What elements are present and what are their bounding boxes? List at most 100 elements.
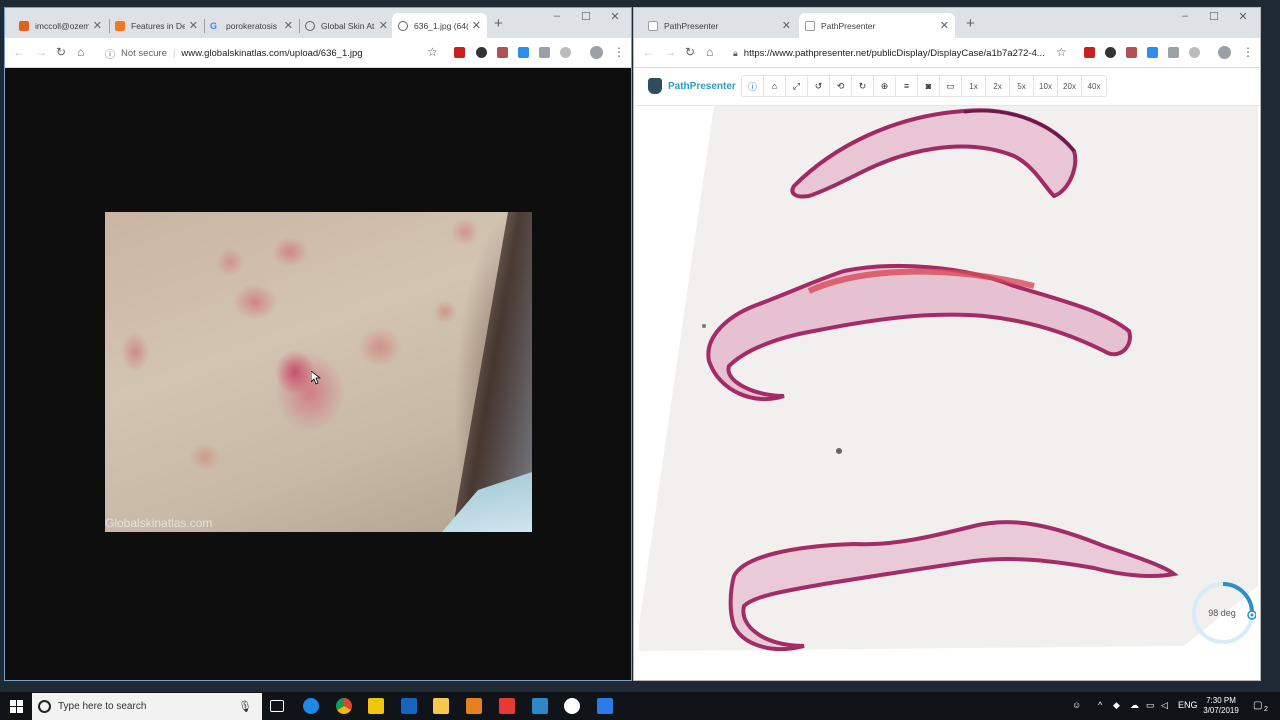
- rotate-right-icon[interactable]: ↻: [852, 76, 874, 96]
- file-explorer-icon[interactable]: [433, 698, 449, 714]
- skype-icon[interactable]: [532, 698, 548, 714]
- close-window-button[interactable]: ✕: [1229, 10, 1257, 23]
- magnification-10x[interactable]: 10x: [1034, 76, 1058, 96]
- avatar[interactable]: [590, 46, 603, 59]
- close-icon[interactable]: ✕: [93, 19, 102, 32]
- magnification-2x[interactable]: 2x: [986, 76, 1010, 96]
- maximize-button[interactable]: ☐: [572, 10, 600, 23]
- rotate-left-icon[interactable]: ↺: [808, 76, 830, 96]
- dropbox-icon[interactable]: ◆: [1113, 700, 1120, 711]
- mouse-cursor-icon: [311, 371, 321, 385]
- extension-icon[interactable]: [518, 47, 529, 58]
- reload-button[interactable]: ↻: [56, 45, 66, 59]
- histology-slide: [639, 106, 1258, 651]
- close-icon[interactable]: ✕: [189, 19, 198, 32]
- tab-google-search[interactable]: G porokeratosis ✕: [204, 13, 299, 38]
- snagit-icon[interactable]: [499, 698, 515, 714]
- home-button[interactable]: ⌂: [77, 45, 84, 59]
- back-button[interactable]: ←: [13, 45, 25, 59]
- clock[interactable]: 7:30 PM 3/07/2019: [1196, 696, 1246, 716]
- extension-icon[interactable]: [1105, 47, 1116, 58]
- notification-icon[interactable]: ▢: [1253, 700, 1262, 711]
- tab-email[interactable]: imccoll@ozem ✕: [13, 13, 108, 38]
- app-icon[interactable]: [466, 698, 482, 714]
- microphone-icon[interactable]: 🎙︎: [238, 700, 252, 713]
- settings-app-icon[interactable]: [597, 698, 613, 714]
- new-tab-button[interactable]: +: [966, 15, 975, 32]
- fullscreen-icon[interactable]: ⤢: [786, 76, 808, 96]
- new-tab-button[interactable]: +: [494, 15, 503, 32]
- tab-image-active[interactable]: 636_1.jpg (64( ✕: [392, 13, 487, 38]
- home-button[interactable]: ⌂: [706, 45, 713, 59]
- extension-icon[interactable]: [1189, 47, 1200, 58]
- language-indicator[interactable]: ENG: [1178, 700, 1198, 710]
- itunes-icon[interactable]: [564, 698, 580, 714]
- pathpresenter-logo: PathPresenter: [648, 78, 736, 94]
- close-icon[interactable]: ✕: [284, 19, 293, 32]
- address-bar[interactable]: 🔒︎ https://www.pathpresenter.net/publicD…: [733, 42, 1055, 64]
- lock-icon[interactable]: 🔒︎: [733, 48, 738, 59]
- forward-button[interactable]: →: [664, 45, 676, 59]
- magnification-1x[interactable]: 1x: [962, 76, 986, 96]
- menu-icon[interactable]: ⋮: [613, 45, 625, 59]
- tab-pathpresenter-1[interactable]: PathPresenter ✕: [642, 13, 797, 38]
- close-window-button[interactable]: ✕: [601, 10, 629, 23]
- tab-global-skin-atlas[interactable]: Global Skin At ✕: [299, 13, 394, 38]
- globe-icon: [305, 20, 315, 31]
- extension-icon[interactable]: [1168, 47, 1179, 58]
- windows-logo-icon: [9, 699, 23, 713]
- start-button[interactable]: [0, 692, 32, 720]
- network-icon[interactable]: ▭: [1146, 700, 1155, 711]
- slide-viewer-canvas[interactable]: 98 deg: [634, 106, 1260, 680]
- back-button[interactable]: ←: [642, 45, 654, 59]
- extension-icon[interactable]: [539, 47, 550, 58]
- monitor-icon[interactable]: ▭: [940, 76, 962, 96]
- onedrive-icon[interactable]: ☁: [1130, 700, 1139, 711]
- maximize-button[interactable]: ☐: [1200, 10, 1228, 23]
- extension-icon[interactable]: [560, 47, 571, 58]
- menu-icon[interactable]: ⋮: [1242, 45, 1254, 59]
- close-icon[interactable]: ✕: [379, 19, 388, 32]
- magnification-20x[interactable]: 20x: [1058, 76, 1082, 96]
- person-icon[interactable]: ☺: [1072, 700, 1081, 710]
- bookmark-star-icon[interactable]: ☆: [427, 45, 438, 59]
- volume-icon[interactable]: ◁: [1161, 700, 1168, 711]
- reload-button[interactable]: ↻: [685, 45, 695, 59]
- extension-icon[interactable]: [454, 47, 465, 58]
- store-icon[interactable]: [368, 698, 384, 714]
- left-browser-window: imccoll@ozem ✕ Features in De ✕ G poroke…: [4, 7, 632, 681]
- close-icon[interactable]: ✕: [472, 19, 481, 32]
- home-icon[interactable]: ⌂: [764, 76, 786, 96]
- taskbar-search[interactable]: Type here to search 🎙︎: [32, 693, 262, 720]
- forward-button[interactable]: →: [35, 45, 47, 59]
- tab-title: PathPresenter: [821, 20, 876, 31]
- task-view-icon[interactable]: [270, 700, 284, 712]
- outlook-icon[interactable]: [401, 698, 417, 714]
- tab-pathpresenter-active[interactable]: PathPresenter ✕: [799, 13, 955, 38]
- extension-icon[interactable]: [497, 47, 508, 58]
- edge-icon[interactable]: [303, 698, 319, 714]
- close-icon[interactable]: ✕: [940, 19, 949, 32]
- info-icon[interactable]: ⓘ: [742, 76, 764, 96]
- address-bar[interactable]: ⓘ Not secure | www.globalskinatlas.com/u…: [105, 42, 435, 64]
- chevron-up-icon[interactable]: ^: [1098, 700, 1102, 710]
- minimize-button[interactable]: –: [543, 10, 571, 22]
- extension-icon[interactable]: [476, 47, 487, 58]
- zoom-in-icon[interactable]: ⊕: [874, 76, 896, 96]
- extension-icon[interactable]: [1147, 47, 1158, 58]
- magnification-40x[interactable]: 40x: [1082, 76, 1106, 96]
- rotate-icon[interactable]: ⟲: [830, 76, 852, 96]
- extension-icon[interactable]: [1084, 47, 1095, 58]
- right-tabstrip: PathPresenter ✕ PathPresenter ✕ + – ☐ ✕: [634, 8, 1260, 38]
- tab-features[interactable]: Features in De ✕: [109, 13, 204, 38]
- bookmark-star-icon[interactable]: ☆: [1056, 45, 1067, 59]
- camera-icon[interactable]: ◙: [918, 76, 940, 96]
- info-icon[interactable]: ⓘ: [105, 46, 115, 61]
- magnification-5x[interactable]: 5x: [1010, 76, 1034, 96]
- chrome-icon[interactable]: [336, 698, 352, 714]
- avatar[interactable]: [1218, 46, 1231, 59]
- extension-icon[interactable]: [1126, 47, 1137, 58]
- close-icon[interactable]: ✕: [782, 19, 791, 32]
- minimize-button[interactable]: –: [1171, 10, 1199, 22]
- settings-icon[interactable]: ≡: [896, 76, 918, 96]
